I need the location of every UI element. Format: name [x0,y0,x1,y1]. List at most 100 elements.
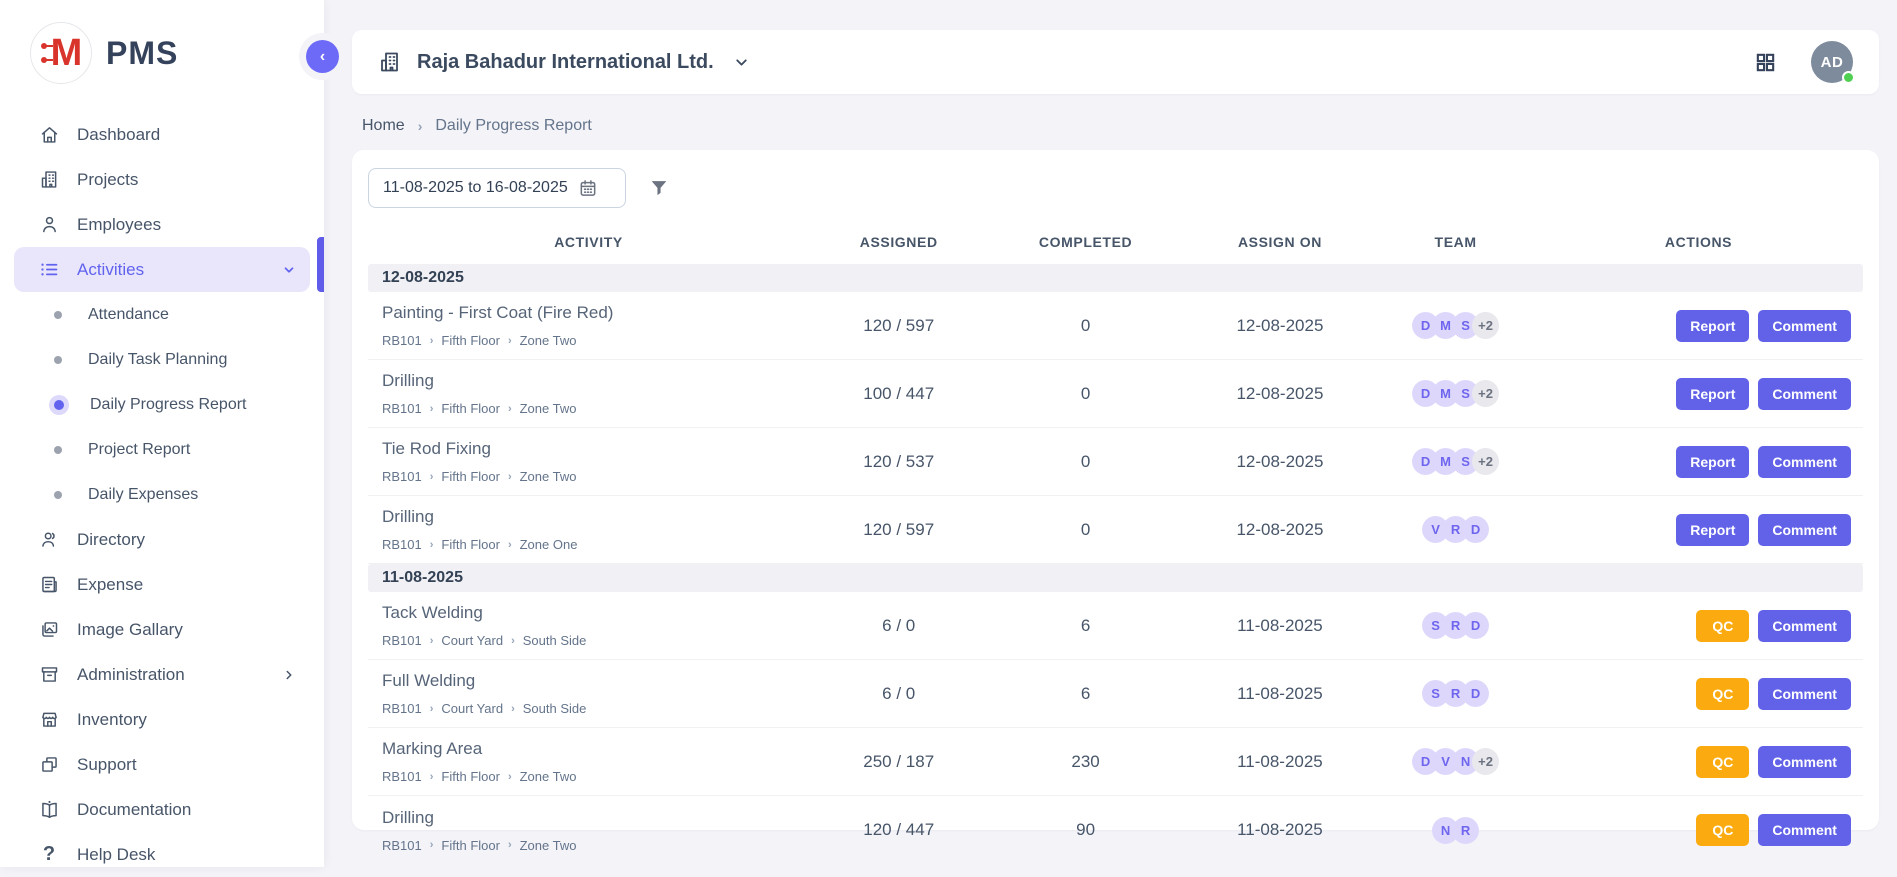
date-range-value: 11-08-2025 to 16-08-2025 [383,179,568,197]
progress-report-table: ACTIVITY ASSIGNED COMPLETED ASSIGN ON TE… [368,218,1863,864]
table-row: Full Welding RB101›Court Yard›South Side… [368,660,1863,728]
qc-button[interactable]: QC [1696,814,1749,846]
sidebar-item-label: Help Desk [77,845,296,865]
table-row: Tack Welding RB101›Court Yard›South Side… [368,592,1863,660]
sidebar-item-attendance[interactable]: Attendance [14,292,310,337]
activity-title: Tie Rod Fixing [382,439,809,459]
sidebar-item-label: Image Gallary [77,620,296,640]
top-header-bar: Raja Bahadur International Ltd. AD [352,30,1879,94]
sidebar-item-label: Inventory [77,710,296,730]
team-avatar[interactable]: D [1462,516,1489,543]
team-avatar[interactable]: D [1462,612,1489,639]
comment-button[interactable]: Comment [1758,610,1851,642]
report-button[interactable]: Report [1676,514,1749,546]
team-avatar-more[interactable]: +2 [1472,380,1499,407]
sidebar-item-dashboard[interactable]: Dashboard [14,112,310,157]
team-avatar[interactable]: R [1452,817,1479,844]
assign-on-date: 12-08-2025 [1183,452,1377,472]
activity-title: Marking Area [382,739,809,759]
sidebar-item-documentation[interactable]: Documentation [14,787,310,832]
team-avatars: D M S +2 [1377,312,1534,339]
sidebar-item-help-desk[interactable]: ? Help Desk [14,832,310,877]
assigned-value: 100 / 447 [809,384,988,404]
completed-value: 0 [988,520,1182,540]
breadcrumb-home-link[interactable]: Home [362,117,405,135]
qc-button[interactable]: QC [1696,746,1749,778]
sidebar-item-daily-expenses[interactable]: Daily Expenses [14,472,310,517]
sidebar-item-projects[interactable]: Projects [14,157,310,202]
bullet-icon [54,491,62,499]
logo-mark-icon: M [30,22,92,84]
sidebar-item-label: Support [77,755,296,775]
assign-on-date: 12-08-2025 [1183,316,1377,336]
team-avatar-more[interactable]: +2 [1472,312,1499,339]
sidebar-item-label: Documentation [77,800,296,820]
main-content: Raja Bahadur International Ltd. AD Home … [324,0,1897,867]
column-header-completed: COMPLETED [988,234,1182,250]
activity-location-path: RB101›Fifth Floor›Zone Two [382,769,809,784]
breadcrumb: Home › Daily Progress Report [362,117,1879,135]
comment-button[interactable]: Comment [1758,678,1851,710]
apps-grid-icon[interactable] [1754,51,1777,74]
qc-button[interactable]: QC [1696,610,1749,642]
sidebar-item-administration[interactable]: Administration [14,652,310,697]
company-selector[interactable]: Raja Bahadur International Ltd. [378,50,750,74]
sidebar-item-daily-progress-report[interactable]: Daily Progress Report [14,382,310,427]
filter-icon[interactable] [648,177,670,199]
app-name: PMS [106,35,178,72]
table-row: Drilling RB101›Fifth Floor›Zone Two 100 … [368,360,1863,428]
comment-button[interactable]: Comment [1758,446,1851,478]
comment-button[interactable]: Comment [1758,310,1851,342]
comment-button[interactable]: Comment [1758,814,1851,846]
sidebar-item-label: Projects [77,170,296,190]
table-row: Tie Rod Fixing RB101›Fifth Floor›Zone Tw… [368,428,1863,496]
assigned-value: 120 / 597 [809,316,988,336]
sidebar-item-employees[interactable]: Employees [14,202,310,247]
table-row: Drilling RB101›Fifth Floor›Zone One 120 … [368,496,1863,564]
app-logo: M PMS [0,0,324,104]
sidebar-subitem-label: Project Report [88,441,190,459]
completed-value: 0 [988,452,1182,472]
user-avatar[interactable]: AD [1811,41,1853,83]
completed-value: 90 [988,820,1182,840]
sidebar-item-project-report[interactable]: Project Report [14,427,310,472]
activity-location-path: RB101›Court Yard›South Side [382,633,809,648]
report-button[interactable]: Report [1676,310,1749,342]
column-header-actions: ACTIONS [1534,234,1863,250]
team-avatar[interactable]: D [1462,680,1489,707]
receipt-icon [38,574,60,596]
table-row: Drilling RB101›Fifth Floor›Zone Two 120 … [368,796,1863,864]
comment-button[interactable]: Comment [1758,746,1851,778]
date-range-input[interactable]: 11-08-2025 to 16-08-2025 [368,168,626,208]
bullet-icon [54,446,62,454]
report-button[interactable]: Report [1676,446,1749,478]
report-button[interactable]: Report [1676,378,1749,410]
comment-button[interactable]: Comment [1758,514,1851,546]
comment-button[interactable]: Comment [1758,378,1851,410]
sidebar-item-activities[interactable]: Activities [14,247,310,292]
qc-button[interactable]: QC [1696,678,1749,710]
person-icon [38,214,60,236]
bullet-icon [54,356,62,364]
team-avatar-more[interactable]: +2 [1472,748,1499,775]
sidebar-item-label: Administration [77,665,265,685]
chevron-right-icon: › [508,335,512,347]
team-avatar-more[interactable]: +2 [1472,448,1499,475]
chevron-right-icon: › [508,539,512,551]
sidebar-item-daily-task-planning[interactable]: Daily Task Planning [14,337,310,382]
sidebar-item-support[interactable]: Support [14,742,310,787]
sidebar-item-label: Directory [77,530,296,550]
people-icon [38,529,60,551]
column-header-team: TEAM [1377,234,1534,250]
sidebar-collapse-button[interactable]: ‹ [306,40,339,73]
chevron-right-icon: › [430,471,434,483]
chevron-right-icon: › [430,703,434,715]
completed-value: 6 [988,616,1182,636]
sidebar-item-image-gallary[interactable]: Image Gallary [14,607,310,652]
sidebar-item-inventory[interactable]: Inventory [14,697,310,742]
chevron-right-icon: › [508,771,512,783]
team-avatars: D M S +2 [1377,380,1534,407]
sidebar-item-expense[interactable]: Expense [14,562,310,607]
sidebar-subitem-label: Daily Progress Report [90,396,247,414]
sidebar-item-directory[interactable]: Directory [14,517,310,562]
